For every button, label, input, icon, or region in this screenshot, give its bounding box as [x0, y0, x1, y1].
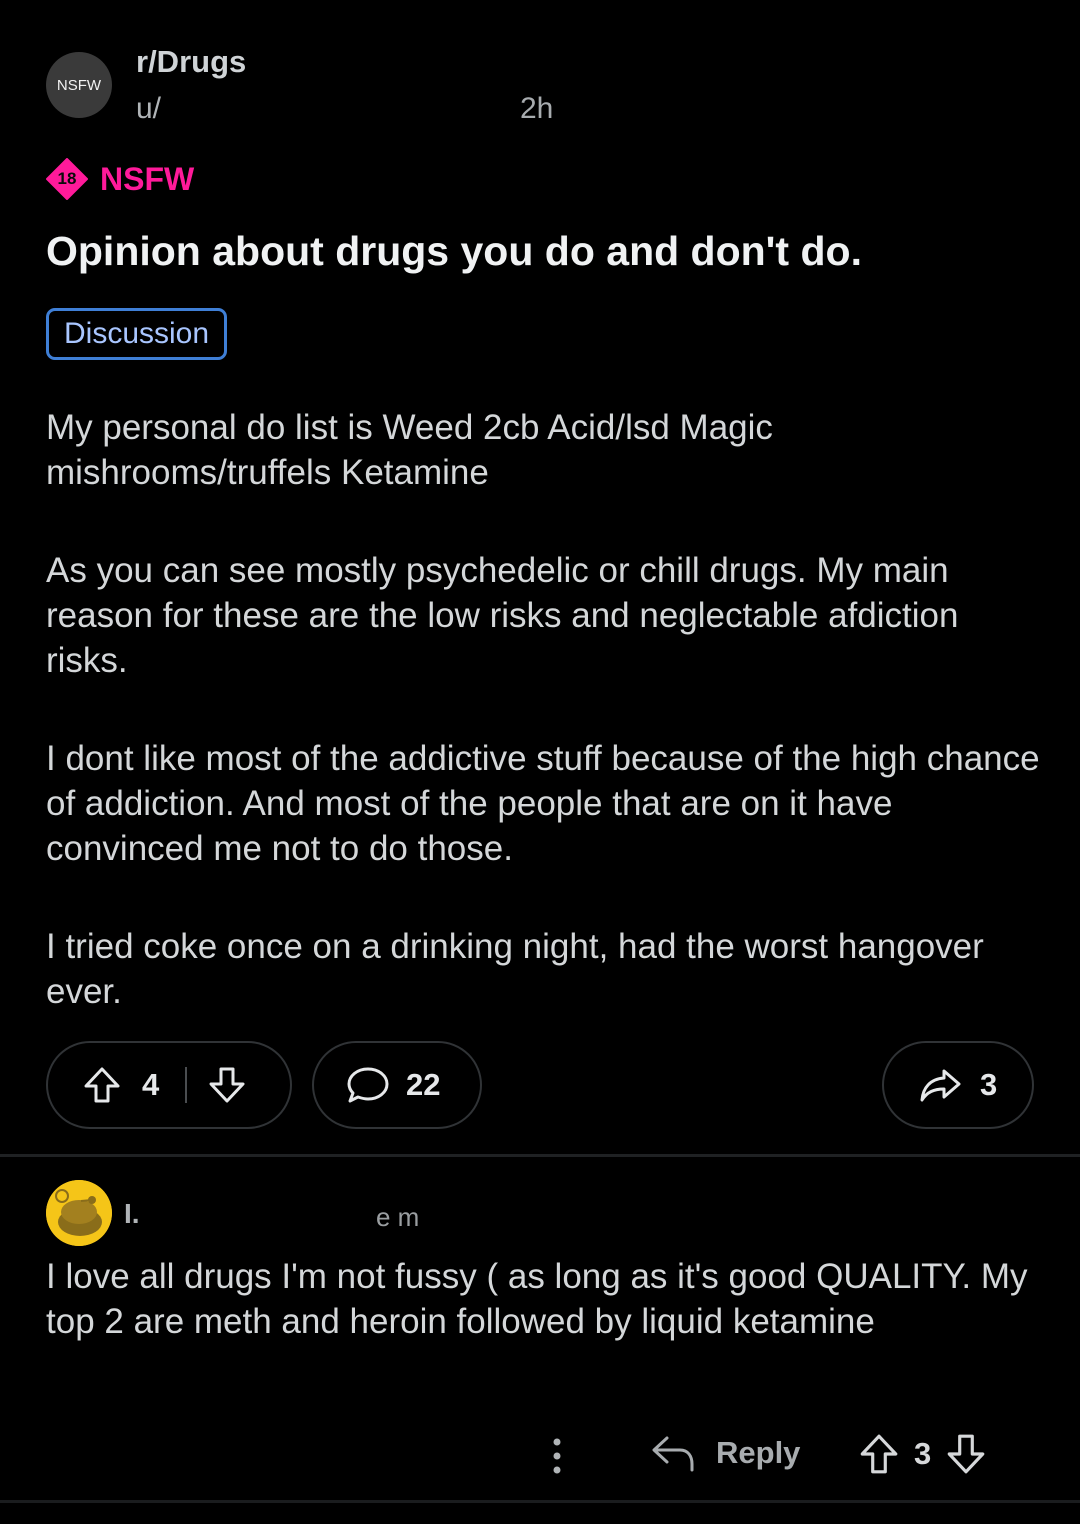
reply-arrow-icon: [650, 1432, 696, 1474]
reply-button[interactable]: Reply: [650, 1432, 800, 1474]
comment-vote-count: 3: [914, 1436, 932, 1471]
share-button[interactable]: 3: [882, 1041, 1034, 1129]
nsfw-tag: 18 NSFW: [46, 158, 194, 200]
comment-bubble-icon: [346, 1065, 390, 1105]
comment-count: 22: [406, 1067, 441, 1102]
post-vote-count: 4: [142, 1067, 160, 1102]
body-paragraph: My personal do list is Weed 2cb Acid/lsd…: [46, 408, 773, 492]
reply-label: Reply: [716, 1435, 801, 1470]
comments-button[interactable]: 22: [312, 1041, 482, 1129]
share-arrow-icon: [918, 1065, 962, 1105]
post-age: 2h: [520, 92, 554, 125]
nsfw-18-icon: 18: [46, 158, 88, 200]
author-name[interactable]: u/: [136, 92, 161, 126]
subreddit-name[interactable]: r/Drugs: [136, 44, 246, 80]
comment-vote: 3: [858, 1432, 987, 1476]
body-paragraph: As you can see mostly psychedelic or chi…: [46, 551, 959, 680]
commenter-meta: e m: [376, 1202, 420, 1232]
post-flair[interactable]: Discussion: [46, 308, 228, 360]
post-title[interactable]: Opinion about drugs you do and don't do.: [46, 228, 1036, 275]
subreddit-avatar[interactable]: NSFW: [46, 52, 112, 118]
post-vote-pill: 4: [46, 1041, 292, 1129]
post-divider: [0, 1154, 1080, 1157]
comment-body: I love all drugs I'm not fussy ( as long…: [46, 1257, 1028, 1341]
comment-downvote-icon[interactable]: [945, 1432, 987, 1476]
vote-separator: [185, 1067, 188, 1103]
more-options-icon[interactable]: [546, 1436, 568, 1481]
commenter-name[interactable]: I.: [124, 1198, 140, 1230]
author-redaction: [178, 96, 508, 122]
body-paragraph: I tried coke once on a drinking night, h…: [46, 927, 984, 1011]
commenter-avatar[interactable]: [46, 1180, 112, 1246]
nsfw-label: NSFW: [100, 160, 195, 197]
post-body: My personal do list is Weed 2cb Acid/lsd…: [46, 405, 1046, 1067]
comment-upvote-icon[interactable]: [858, 1432, 900, 1476]
upvote-icon[interactable]: [82, 1065, 122, 1105]
share-count: 3: [980, 1067, 998, 1102]
downvote-icon[interactable]: [207, 1065, 247, 1105]
body-paragraph: I dont like most of the addictive stuff …: [46, 739, 1040, 868]
comment-divider: [0, 1500, 1080, 1503]
